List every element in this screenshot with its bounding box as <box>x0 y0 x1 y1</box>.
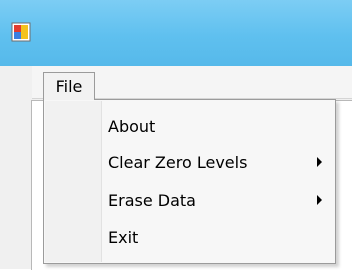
menu-item-label: Erase Data <box>108 190 196 210</box>
menu-item-label: About <box>108 116 156 136</box>
menu-item-label: Exit <box>108 227 139 247</box>
file-menu-label: File <box>55 77 83 96</box>
menu-item-clear-zero-levels[interactable]: Clear Zero Levels <box>102 144 336 180</box>
chevron-right-icon <box>317 157 322 167</box>
application-icon[interactable] <box>11 22 31 42</box>
menu-item-exit[interactable]: Exit <box>102 219 336 255</box>
chevron-right-icon <box>317 195 322 205</box>
file-menu[interactable]: File <box>43 72 95 100</box>
menu-item-erase-data[interactable]: Erase Data <box>102 182 336 218</box>
menu-item-about[interactable]: About <box>102 108 336 144</box>
menu-item-label: Clear Zero Levels <box>108 152 248 172</box>
menu-icon-column <box>45 101 102 262</box>
file-dropdown-menu: About Clear Zero Levels Erase Data Exit <box>43 99 336 264</box>
title-bar[interactable] <box>0 0 352 66</box>
